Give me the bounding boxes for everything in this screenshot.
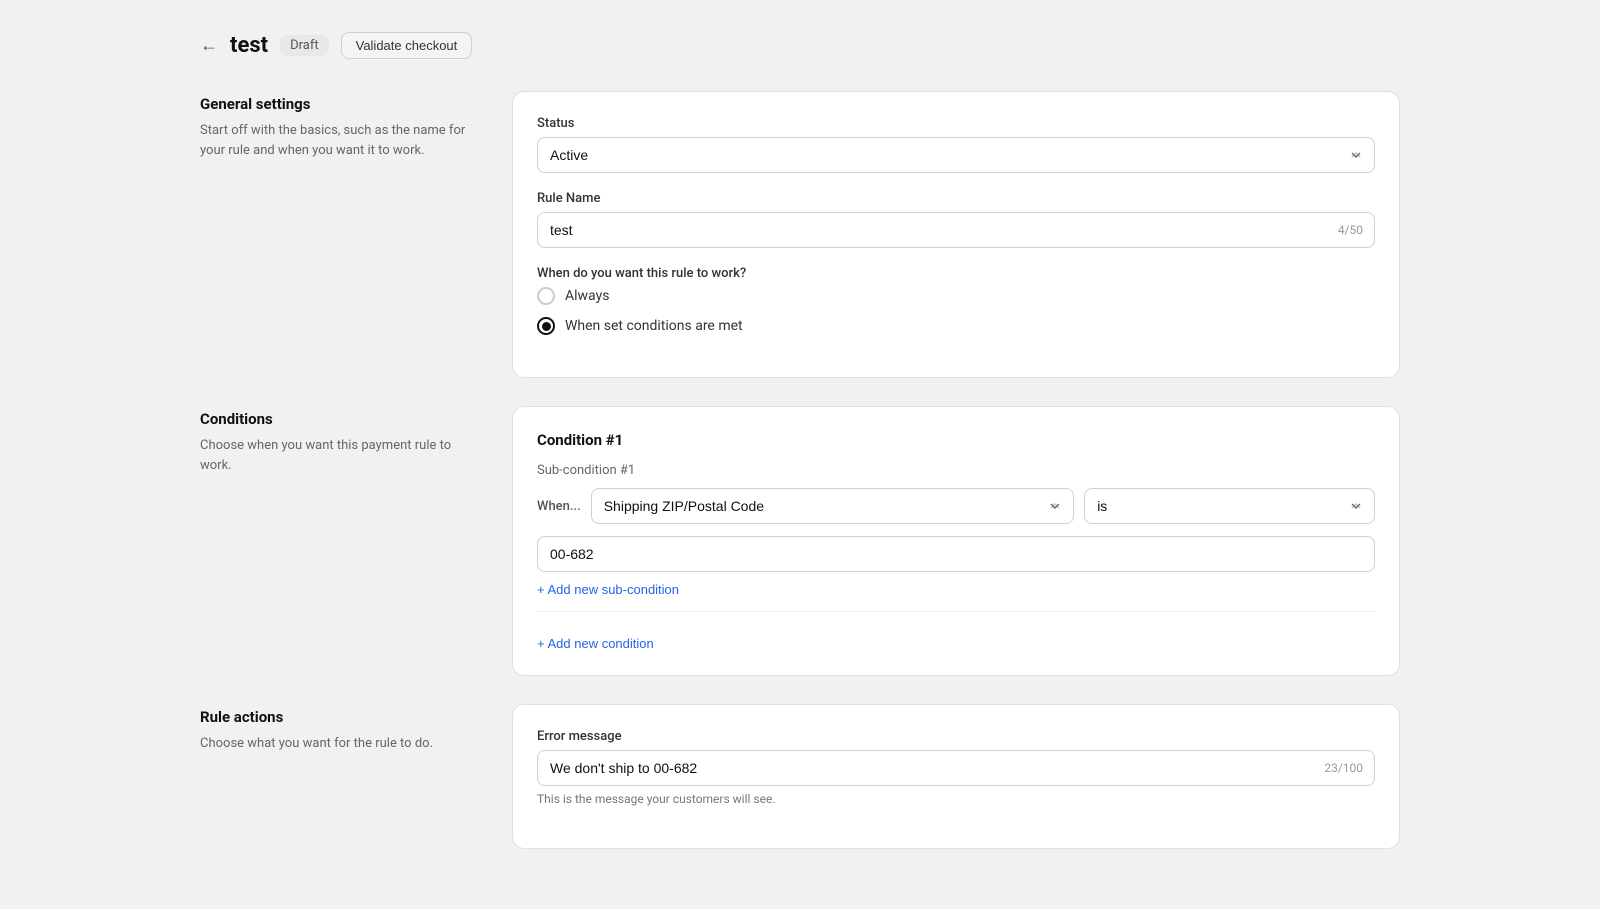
general-settings-title: General settings <box>200 95 480 113</box>
draft-badge: Draft <box>280 35 329 56</box>
error-message-hint: This is the message your customers will … <box>537 792 1375 806</box>
subcondition-label: Sub-condition #1 <box>537 463 1375 478</box>
validate-checkout-button[interactable]: Validate checkout <box>341 32 473 59</box>
rule-actions-left: Rule actions Choose what you want for th… <box>200 704 480 849</box>
general-settings-left: General settings Start off with the basi… <box>200 91 480 378</box>
error-message-counter: 23/100 <box>1324 761 1363 775</box>
status-label: Status <box>537 116 1375 131</box>
radio-conditions[interactable]: When set conditions are met <box>537 317 1375 335</box>
error-message-input-wrapper: 23/100 <box>537 750 1375 786</box>
radio-always-label: Always <box>565 288 609 304</box>
rule-actions-title: Rule actions <box>200 708 480 726</box>
when-row: When... Shipping ZIP/Postal Code Billing… <box>537 488 1375 524</box>
condition-value-wrapper <box>537 536 1375 572</box>
condition-heading: Condition #1 <box>537 431 1375 449</box>
conditions-title: Conditions <box>200 410 480 428</box>
rule-name-input[interactable] <box>537 212 1375 248</box>
error-message-field-group: Error message 23/100 This is the message… <box>537 729 1375 806</box>
error-message-label: Error message <box>537 729 1375 744</box>
rule-name-counter: 4/50 <box>1338 223 1363 237</box>
add-subcondition-button[interactable]: + Add new sub-condition <box>537 582 679 597</box>
status-field-group: Status Active Inactive <box>537 116 1375 173</box>
rule-name-label: Rule Name <box>537 191 1375 206</box>
condition-operator-select[interactable]: is is not contains starts with <box>1084 488 1375 524</box>
when-rule-works-group: When do you want this rule to work? Alwa… <box>537 266 1375 335</box>
radio-conditions-label: When set conditions are met <box>565 318 743 334</box>
general-settings-card: Status Active Inactive Rule Name 4/50 Wh… <box>512 91 1400 378</box>
radio-always[interactable]: Always <box>537 287 1375 305</box>
error-message-input[interactable] <box>537 750 1375 786</box>
radio-group: Always When set conditions are met <box>537 287 1375 335</box>
back-button[interactable]: ← <box>200 35 218 56</box>
add-condition-button[interactable]: + Add new condition <box>537 636 654 651</box>
radio-always-circle <box>537 287 555 305</box>
rule-actions-card: Error message 23/100 This is the message… <box>512 704 1400 849</box>
rule-actions-section: Rule actions Choose what you want for th… <box>200 704 1400 849</box>
page-header: ← test Draft Validate checkout <box>200 32 1400 59</box>
conditions-desc: Choose when you want this payment rule t… <box>200 436 480 475</box>
add-condition-wrapper: + Add new condition <box>537 611 1375 651</box>
general-settings-desc: Start off with the basics, such as the n… <box>200 121 480 160</box>
condition-value-input[interactable] <box>537 536 1375 572</box>
radio-conditions-circle <box>537 317 555 335</box>
conditions-section: Conditions Choose when you want this pay… <box>200 406 1400 676</box>
rule-name-field-group: Rule Name 4/50 <box>537 191 1375 248</box>
when-rule-works-label: When do you want this rule to work? <box>537 266 1375 281</box>
rule-actions-desc: Choose what you want for the rule to do. <box>200 734 480 754</box>
when-prefix: When... <box>537 499 581 514</box>
status-select[interactable]: Active Inactive <box>537 137 1375 173</box>
page-title: test <box>230 33 268 58</box>
condition-type-select[interactable]: Shipping ZIP/Postal Code Billing ZIP/Pos… <box>591 488 1074 524</box>
rule-name-input-wrapper: 4/50 <box>537 212 1375 248</box>
general-settings-section: General settings Start off with the basi… <box>200 91 1400 378</box>
conditions-left: Conditions Choose when you want this pay… <box>200 406 480 676</box>
conditions-card: Condition #1 Sub-condition #1 When... Sh… <box>512 406 1400 676</box>
